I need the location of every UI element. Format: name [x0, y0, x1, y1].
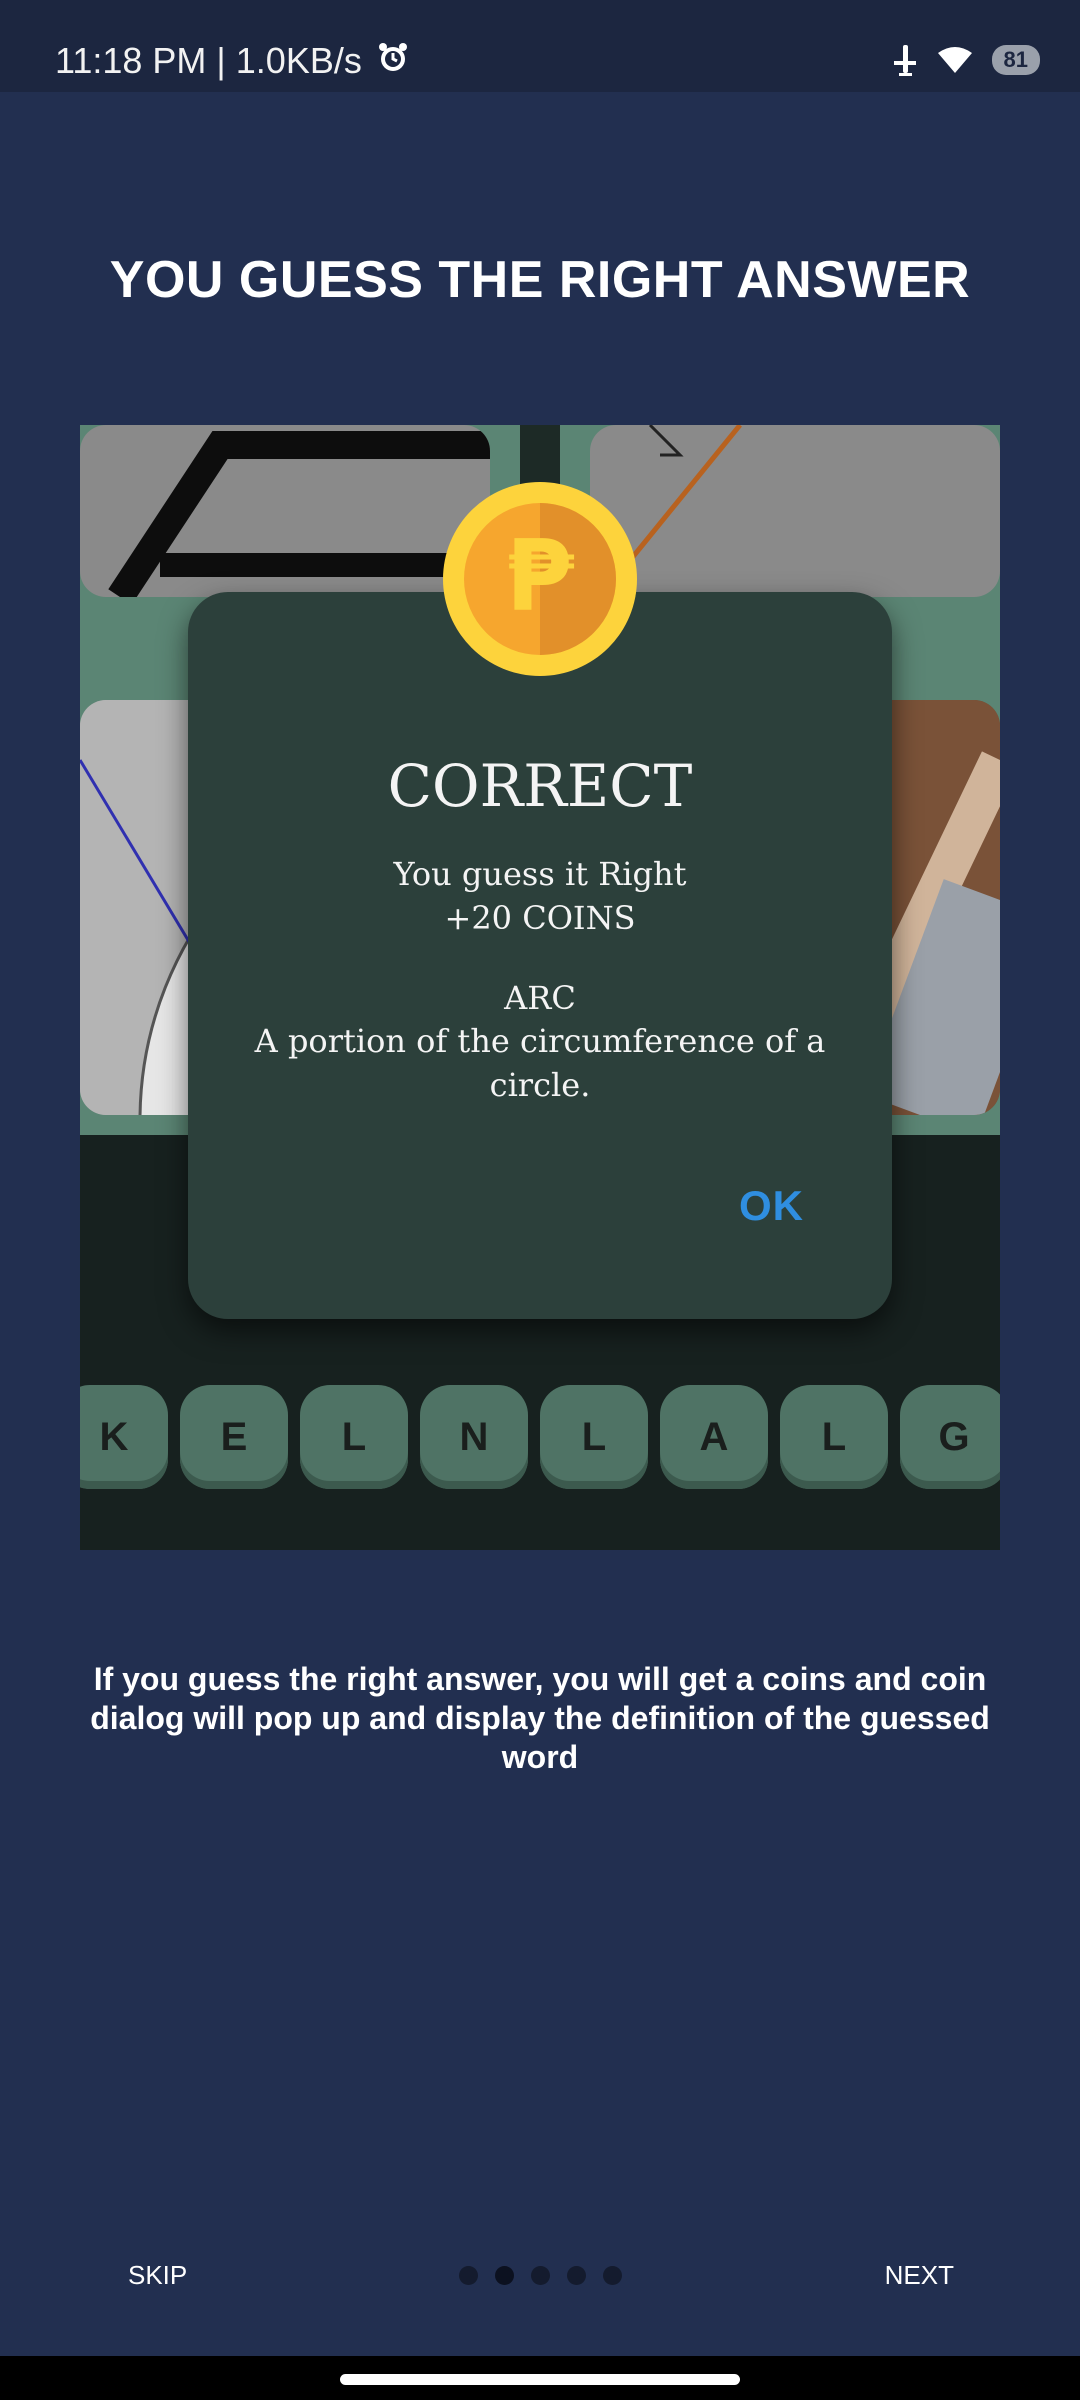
picture-tile-1	[80, 425, 490, 597]
letter-key[interactable]: N	[420, 1385, 528, 1489]
letter-keys: K E L N L A L G	[80, 1385, 1000, 1495]
dialog-title: CORRECT	[387, 752, 693, 820]
coin-symbol: ₱	[506, 520, 575, 634]
alarm-icon	[379, 43, 407, 71]
wifi-icon	[937, 47, 972, 73]
page-dot[interactable]	[459, 2266, 478, 2285]
page-indicator	[459, 2266, 622, 2285]
tutorial-nav: SKIP NEXT	[0, 2230, 1080, 2320]
skip-button[interactable]: SKIP	[128, 2260, 187, 2291]
system-nav-bar	[0, 2356, 1080, 2400]
airplane-icon	[893, 45, 916, 76]
page-dot[interactable]	[531, 2266, 550, 2285]
status-icons: 81	[892, 40, 1040, 80]
ok-button[interactable]: OK	[739, 1182, 804, 1230]
dialog-definition: A portion of the circumference of a circ…	[254, 1022, 826, 1104]
dialog-message: You guess it Right	[393, 855, 687, 893]
status-time: 11:18 PM | 1.0KB/s	[55, 40, 362, 81]
coin-icon: ₱	[443, 482, 637, 676]
page-dot[interactable]	[603, 2266, 622, 2285]
letter-key[interactable]: L	[300, 1385, 408, 1489]
next-button[interactable]: NEXT	[885, 2260, 954, 2291]
dialog-word: ARC	[504, 979, 576, 1017]
tutorial-caption: If you guess the right answer, you will …	[90, 1661, 990, 1775]
picture-tile-2	[590, 425, 1000, 597]
page-dot-active[interactable]	[495, 2266, 514, 2285]
home-indicator[interactable]	[340, 2374, 740, 2385]
status-bar: 11:18 PM | 1.0KB/s 81	[0, 0, 1080, 92]
dialog-coins: +20 COINS	[444, 899, 636, 937]
letter-key[interactable]: G	[900, 1385, 1000, 1489]
battery-icon: 81	[991, 45, 1040, 75]
page-dot[interactable]	[567, 2266, 586, 2285]
letter-key[interactable]: A	[660, 1385, 768, 1489]
correct-dialog: CORRECT You guess it Right +20 COINS ARC…	[188, 592, 892, 1319]
letter-key[interactable]: E	[180, 1385, 288, 1489]
letter-key[interactable]: L	[780, 1385, 888, 1489]
letter-key[interactable]: L	[540, 1385, 648, 1489]
letter-key[interactable]: K	[80, 1385, 168, 1489]
page-title: YOU GUESS THE RIGHT ANSWER	[109, 251, 971, 309]
